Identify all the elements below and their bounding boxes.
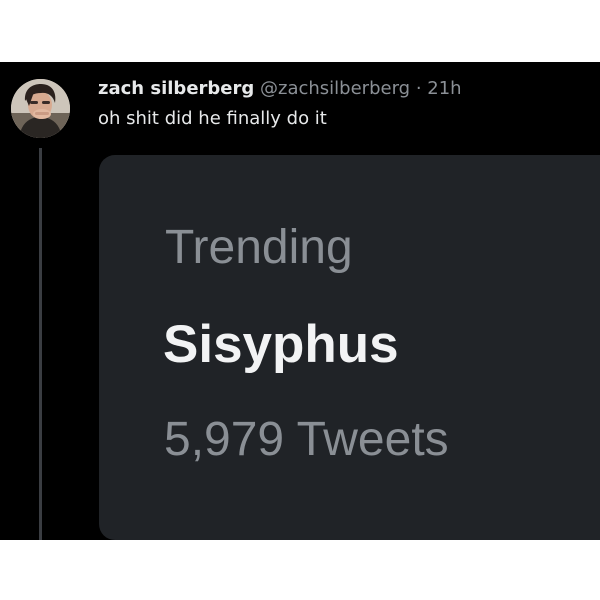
avatar-photo-icon xyxy=(11,79,70,138)
header-separator: · xyxy=(415,78,422,99)
avatar[interactable] xyxy=(11,79,70,138)
tweet-timestamp[interactable]: 21h xyxy=(427,78,461,99)
tweet-header: zach silberberg @zachsilberberg · 21h xyxy=(98,77,462,101)
trending-label: Trending xyxy=(165,221,353,274)
tweet-text: oh shit did he finally do it xyxy=(98,108,327,129)
thread-line xyxy=(39,148,42,540)
trending-topic: Sisyphus xyxy=(163,315,399,374)
tweet-count: 5,979 Tweets xyxy=(164,413,449,466)
tweet-container: zach silberberg @zachsilberberg · 21h oh… xyxy=(0,62,600,540)
author-name[interactable]: zach silberberg xyxy=(98,78,254,99)
author-handle[interactable]: @zachsilberberg xyxy=(260,78,410,99)
trending-card[interactable]: Trending Sisyphus 5,979 Tweets xyxy=(99,155,600,540)
